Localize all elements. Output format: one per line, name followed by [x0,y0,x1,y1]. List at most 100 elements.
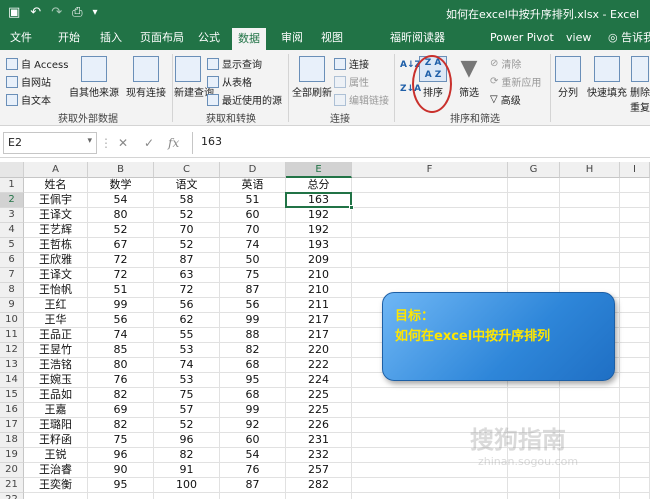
cell[interactable]: 51 [220,193,286,208]
cell[interactable]: 72 [88,253,154,268]
cell[interactable] [24,493,88,499]
cell[interactable] [220,493,286,499]
cell[interactable] [620,313,650,328]
cell[interactable] [560,193,620,208]
row-header[interactable]: 15 [0,388,24,403]
cell[interactable]: 74 [154,358,220,373]
tab-data[interactable]: 数据 [232,28,266,50]
cell[interactable]: 53 [154,343,220,358]
cell[interactable] [620,463,650,478]
cell[interactable]: 75 [154,388,220,403]
cell[interactable]: 56 [88,313,154,328]
cell[interactable]: 70 [220,223,286,238]
cell[interactable] [620,418,650,433]
cell[interactable]: 99 [220,403,286,418]
cell[interactable]: 王籽函 [24,433,88,448]
cell[interactable]: 76 [220,463,286,478]
cell[interactable]: 王佩宇 [24,193,88,208]
cell[interactable] [508,223,560,238]
cell[interactable]: 58 [154,193,220,208]
column-header-f[interactable]: F [352,162,508,178]
row-header[interactable]: 4 [0,223,24,238]
cell[interactable] [620,328,650,343]
cell[interactable] [620,283,650,298]
cell[interactable]: 210 [286,268,352,283]
cell[interactable] [154,493,220,499]
tab-view[interactable]: 视图 [321,26,343,50]
cell[interactable]: 82 [88,388,154,403]
cell[interactable]: 52 [154,238,220,253]
formula-input[interactable]: 163 [192,132,650,154]
cell[interactable]: 55 [154,328,220,343]
cell[interactable]: 王婉玉 [24,373,88,388]
cell[interactable]: 85 [88,343,154,358]
row-header[interactable]: 10 [0,313,24,328]
cell[interactable]: 王华 [24,313,88,328]
cell[interactable]: 90 [88,463,154,478]
cell[interactable]: 92 [220,418,286,433]
cell[interactable]: 69 [88,403,154,418]
cell[interactable]: 63 [154,268,220,283]
cell[interactable] [620,193,650,208]
cell[interactable] [352,388,508,403]
cell[interactable]: 56 [154,298,220,313]
cell[interactable]: 95 [220,373,286,388]
cell[interactable]: 82 [154,448,220,463]
enter-icon[interactable]: ✓ [144,136,154,150]
row-header[interactable]: 17 [0,418,24,433]
row-header[interactable]: 8 [0,283,24,298]
cell[interactable]: 217 [286,328,352,343]
cell[interactable] [352,223,508,238]
cell[interactable] [352,478,508,493]
undo-icon[interactable]: ↶ [30,4,41,22]
cell[interactable] [560,253,620,268]
connections-button[interactable]: 连接 [334,56,369,71]
tab-insert[interactable]: 插入 [100,26,122,50]
cell[interactable]: 100 [154,478,220,493]
cell[interactable] [620,343,650,358]
cell[interactable]: 82 [220,343,286,358]
cell[interactable]: 数学 [88,178,154,193]
cell[interactable]: 50 [220,253,286,268]
cell[interactable]: 96 [88,448,154,463]
cell[interactable]: 王艺辉 [24,223,88,238]
cell[interactable]: 257 [286,463,352,478]
cell[interactable] [620,478,650,493]
cell[interactable]: 王浩铭 [24,358,88,373]
cell[interactable]: 88 [220,328,286,343]
row-header[interactable]: 14 [0,373,24,388]
cell[interactable]: 80 [88,358,154,373]
from-table-button[interactable]: 从表格 [207,74,252,89]
cell[interactable]: 54 [88,193,154,208]
row-header[interactable]: 2 [0,193,24,208]
edit-links-button[interactable]: 编辑链接 [334,92,389,107]
cell[interactable]: 74 [220,238,286,253]
select-all-corner[interactable] [0,162,24,178]
cell[interactable]: 211 [286,298,352,313]
reapply-button[interactable]: ⟳ 重新应用 [490,74,541,89]
cell[interactable] [620,373,650,388]
column-header-e[interactable]: E [286,162,352,178]
cell[interactable] [352,493,508,499]
cell[interactable]: 75 [220,268,286,283]
save-icon[interactable]: ▣ [8,4,20,22]
cell[interactable]: 56 [220,298,286,313]
cell[interactable]: 52 [88,223,154,238]
tab-view-addin[interactable]: view [566,26,591,50]
tab-formulas[interactable]: 公式 [198,26,220,50]
from-access-button[interactable]: 自 Access [6,56,68,71]
cell[interactable]: 王嘉 [24,403,88,418]
cell[interactable] [620,358,650,373]
tab-page-layout[interactable]: 页面布局 [140,26,184,50]
cell[interactable]: 57 [154,403,220,418]
cell[interactable]: 210 [286,283,352,298]
cell[interactable] [620,388,650,403]
cell[interactable] [352,238,508,253]
cell[interactable] [508,193,560,208]
cell[interactable]: 王红 [24,298,88,313]
cell[interactable]: 217 [286,313,352,328]
cell[interactable] [620,298,650,313]
show-queries-button[interactable]: 显示查询 [207,56,262,71]
cell[interactable]: 225 [286,388,352,403]
cell[interactable]: 王译文 [24,268,88,283]
